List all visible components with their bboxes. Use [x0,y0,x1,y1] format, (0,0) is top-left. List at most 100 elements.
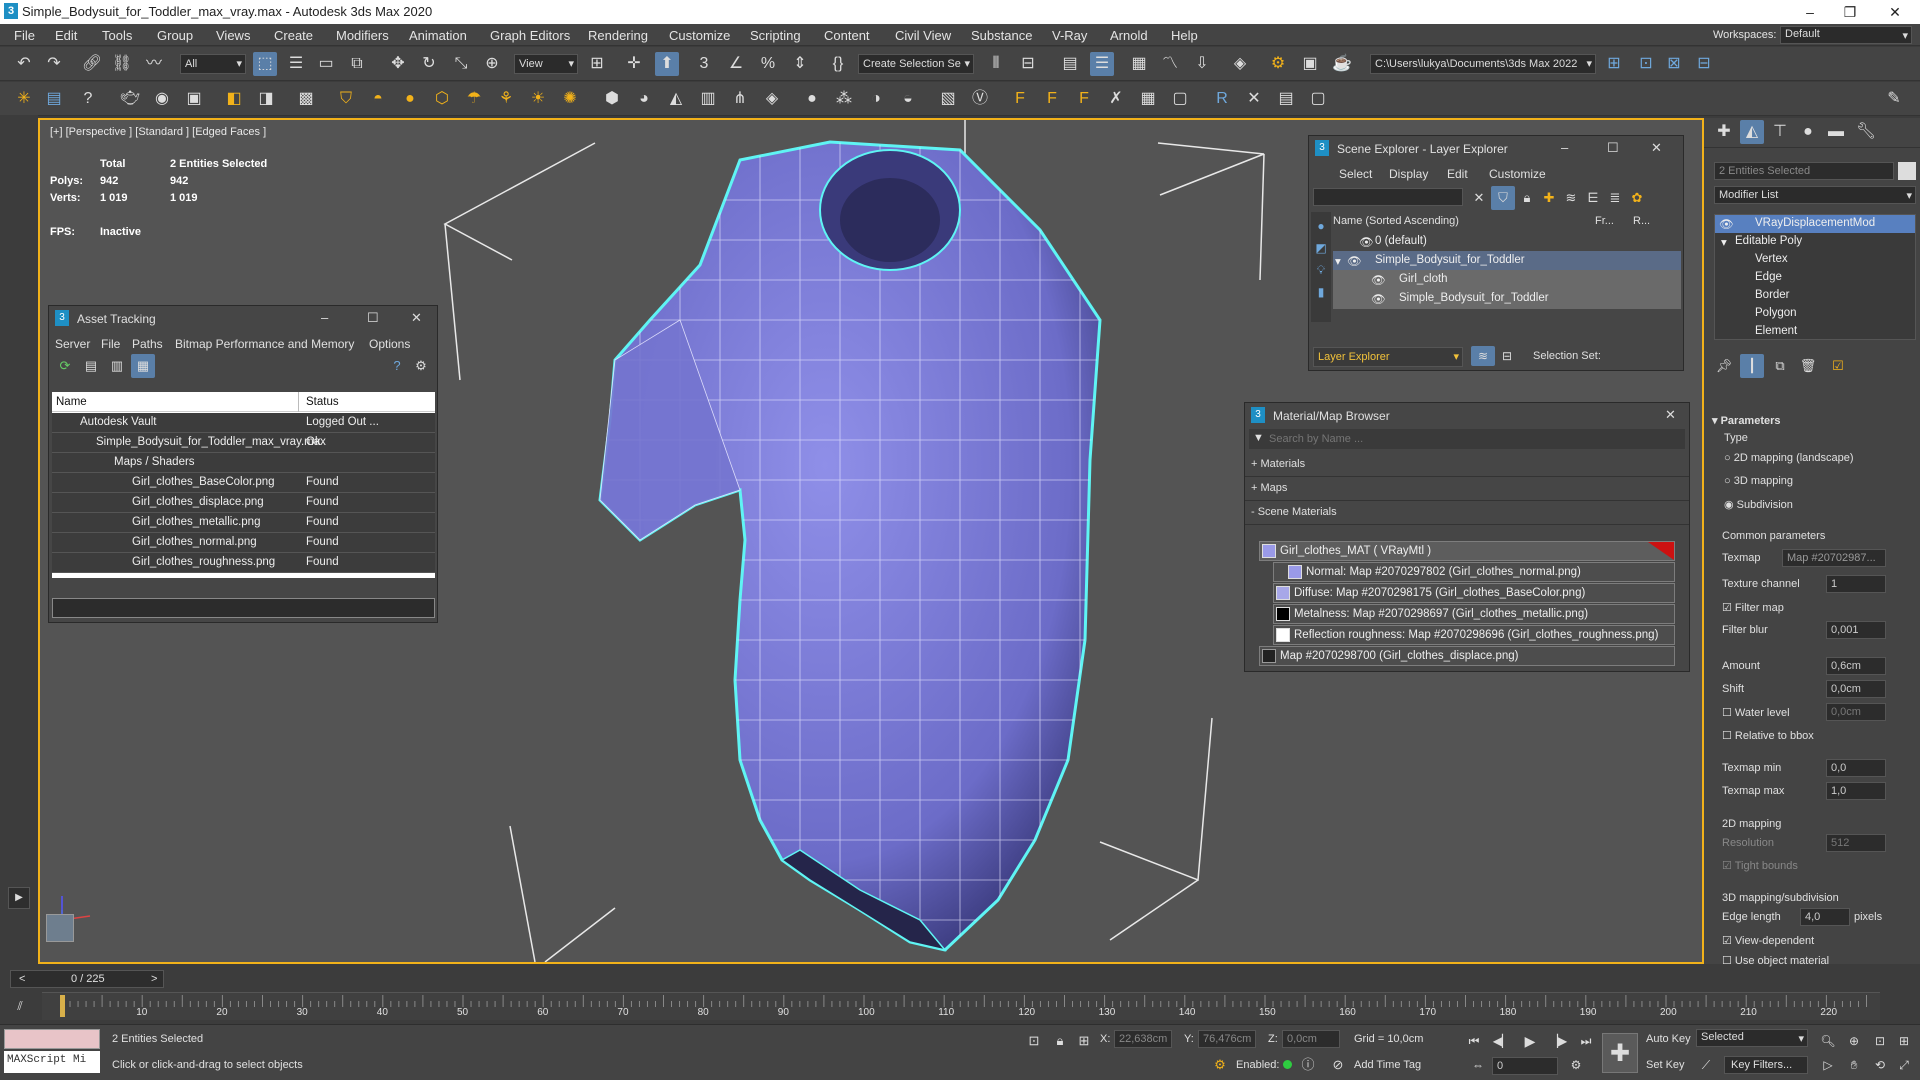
shift-spinner[interactable]: 0,0cm [1826,680,1886,698]
table-row[interactable]: Girl_clothes_displace.png Found [52,493,435,513]
new-layer-icon[interactable]: ✚ [1537,186,1561,210]
refresh-icon[interactable]: ⟳ [53,354,77,378]
angle-snap-icon[interactable]: ∠ [724,52,748,76]
menu-views[interactable]: Views [216,28,250,43]
rotate-icon[interactable]: ↻ [417,52,441,76]
se-menu-display[interactable]: Display [1389,167,1428,181]
list-item[interactable]: Girl_clothes_MAT ( VRayMtl ) [1259,541,1675,561]
object-name-field[interactable]: 2 Entities Selected [1714,162,1894,180]
modifier-stack-item[interactable]: ▾ Editable Poly [1715,233,1915,251]
vray-grass-icon[interactable]: ⋔ [728,87,752,111]
expand-ribbon-icon[interactable]: ▶ [8,887,30,909]
type-option-subdivision[interactable]: ◉ Subdivision [1724,498,1793,511]
amount-spinner[interactable]: 0,6cm [1826,657,1886,675]
menu-animation[interactable]: Animation [409,28,467,43]
time-slider-left-icon[interactable]: < [19,973,25,985]
window-crossing-icon[interactable]: ⧉ [345,52,369,76]
expand-arrow-icon[interactable]: ▾ [1335,254,1341,268]
texmap-max-spinner[interactable]: 1,0 [1826,782,1886,800]
layer-stack-icon[interactable]: ≣ [1603,186,1627,210]
vray-clipper-icon[interactable]: ◈ [760,87,784,111]
material-library-icon[interactable]: ◒ [896,87,920,111]
layer-explorer-icon[interactable]: ≋ [1471,346,1495,366]
se-menu-customize[interactable]: Customize [1489,167,1546,181]
set-key-button[interactable]: Set Key [1646,1059,1685,1071]
list-item[interactable]: Reflection roughness: Map #2070298696 (G… [1273,625,1675,645]
display-lights-icon[interactable]: 💡︎ [1311,258,1331,282]
track-bar[interactable]: 10 20 30 40 50 60 70 80 90 100 110 120 130 140 150 160 1… [42,992,1880,1020]
render-setup-icon[interactable]: ⚙ [1266,52,1290,76]
scale-icon[interactable]: ⤡ [449,52,473,76]
at-help-icon[interactable]: ? [385,354,409,378]
water-level-spinner[interactable]: 0,0cm [1826,703,1886,721]
project-folder-icon[interactable]: ⊞ [1602,52,1626,76]
display-by-layer-icon[interactable]: ● [1311,214,1331,238]
search-dropdown-icon[interactable]: ▼ [1253,432,1264,444]
layer-sort-icon[interactable]: ⋿ [1581,186,1605,210]
table-icon[interactable]: ▤ [1274,87,1298,111]
resolution-spinner[interactable]: 512 [1826,834,1886,852]
menu-customize[interactable]: Customize [669,28,730,43]
isolate-selection-icon[interactable]: ⊡ [1022,1029,1046,1053]
mirror-icon[interactable]: ⫴ [984,52,1008,76]
list-item[interactable]: ▾ 👁︎ Simple_Bodysuit_for_Toddler [1333,251,1681,271]
vray-teapot-icon[interactable]: 🫖︎ [118,87,142,111]
at-menu-file[interactable]: File [101,337,120,351]
menu-edit[interactable]: Edit [55,28,77,43]
use-object-material-checkbox[interactable]: ☐ Use object material [1722,954,1829,967]
asset-tracking-titlebar[interactable]: 3 Asset Tracking – ☐ ✕ [49,306,437,332]
maximize-viewport-icon[interactable]: ⤢ [1892,1053,1916,1077]
vray-dome-icon[interactable]: ▩ [294,87,318,111]
zoom-all-icon[interactable]: ⊕ [1842,1029,1866,1053]
materials-group[interactable]: + Materials [1245,453,1689,477]
vray-sphere-icon[interactable]: ◕ [632,87,656,111]
menu-help[interactable]: Help [1171,28,1198,43]
key-mode-icon[interactable]: ⇔ [1466,1053,1490,1077]
orbit-icon[interactable]: ⟲ [1868,1053,1892,1077]
lock-icon[interactable]: 🔒︎ [1515,186,1539,210]
place-icon[interactable]: ⊕ [480,52,504,76]
layer-add-icon[interactable]: ≋ [1559,186,1583,210]
se-col-render[interactable]: R... [1633,215,1650,227]
info-icon[interactable]: ⓘ [1296,1053,1320,1077]
vray-camera-icon[interactable]: ◨ [254,87,278,111]
scene-explorer-minimize-button[interactable]: – [1561,140,1568,155]
auto-key-button[interactable]: Auto Key [1646,1033,1691,1045]
edit-named-selection-icon[interactable]: {} [826,52,850,76]
type-option-2d[interactable]: ○ 2D mapping (landscape) [1724,452,1854,464]
x-coordinate-field[interactable]: 22,638cm [1114,1030,1172,1048]
panel-icon[interactable]: ▢ [1168,87,1192,111]
redo-icon[interactable]: ↷ [42,52,66,76]
current-frame-marker[interactable] [60,995,65,1017]
motion-tab-icon[interactable]: ● [1796,120,1820,144]
table-row[interactable]: Maps / Shaders [52,453,435,473]
close-button[interactable]: ✕ [1875,2,1915,22]
asset-tracking-close-button[interactable]: ✕ [411,310,422,326]
list-item[interactable]: 👁︎ Simple_Bodysuit_for_Toddler [1333,289,1681,309]
vray-fur-icon[interactable]: ▥ [696,87,720,111]
vray-frame-buffer-icon[interactable]: ▤ [42,87,66,111]
material-browser-close-button[interactable]: ✕ [1665,407,1676,423]
select-object-icon[interactable]: ⬚ [253,52,277,76]
vray-rt-icon[interactable]: ◉ [150,87,174,111]
at-menu-server[interactable]: Server [55,337,90,351]
modifier-stack-item[interactable]: Element [1715,323,1915,341]
texmap-button[interactable]: Map #20702987... [1782,549,1886,567]
time-slider[interactable]: < 0 / 225 > [10,970,164,988]
fp-3-icon[interactable]: F [1072,87,1096,111]
add-time-tag-button[interactable]: Add Time Tag [1354,1059,1421,1071]
selection-lock-icon[interactable]: 🔒︎ [1048,1029,1072,1053]
unlink-icon[interactable]: ⛓ [110,52,134,76]
rendered-frame-window-icon[interactable]: ▣ [1298,52,1322,76]
modifier-list-dropdown[interactable]: Modifier List [1714,186,1916,204]
se-col-name[interactable]: Name (Sorted Ascending) [1333,215,1459,227]
filter-map-checkbox[interactable]: ☑ Filter map [1722,601,1784,614]
eye-icon[interactable]: 👁︎ [1371,273,1386,287]
menu-create[interactable]: Create [274,28,313,43]
menu-vray[interactable]: V-Ray [1052,28,1087,43]
list-item[interactable]: Normal: Map #2070297802 (Girl_clothes_no… [1273,562,1675,582]
scene-explorer-search-input[interactable] [1313,188,1463,206]
layer-explorer-dropdown[interactable]: Layer Explorer [1313,347,1463,367]
vray-sphere-light-icon[interactable]: ● [398,87,422,111]
se-col-freeze[interactable]: Fr... [1595,215,1614,227]
